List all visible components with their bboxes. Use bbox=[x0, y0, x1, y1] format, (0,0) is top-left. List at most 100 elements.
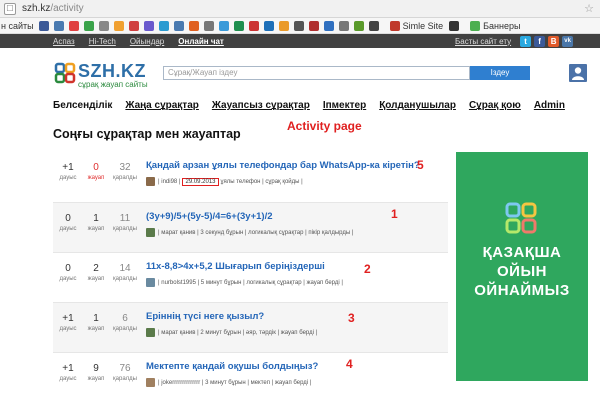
vote-count: 0 дауыс bbox=[59, 213, 77, 232]
question-title-link[interactable]: 11x-8,8>4x+5,2 Шығарып беріңіздерші bbox=[146, 261, 325, 272]
bookmark-favicon-icon[interactable] bbox=[68, 20, 79, 31]
bookmark-favicon-icon[interactable] bbox=[449, 20, 460, 31]
nav-tags[interactable]: Іпмектер bbox=[323, 100, 366, 111]
bookmark-favicon-icon[interactable] bbox=[248, 20, 259, 31]
bookmark-favicon-icon[interactable] bbox=[83, 20, 94, 31]
bookmark-favicon-icon[interactable] bbox=[233, 20, 244, 31]
view-count: 76 қаралды bbox=[113, 363, 137, 382]
answer-count: 0 жауап bbox=[87, 162, 105, 181]
puzzle-logo-icon bbox=[505, 202, 537, 234]
avatar[interactable] bbox=[146, 228, 155, 237]
bookmark-item[interactable]: н сайты bbox=[1, 21, 34, 31]
search-button[interactable]: Іздеу bbox=[470, 66, 530, 80]
annotation-number: 5 bbox=[417, 158, 424, 172]
bookmark-favicon-icon[interactable] bbox=[278, 20, 289, 31]
nav-activity[interactable]: Белсенділік bbox=[53, 100, 112, 111]
vote-count: +1 дауыс bbox=[59, 162, 77, 181]
user-menu-button[interactable] bbox=[569, 64, 587, 82]
logo-icon bbox=[54, 62, 76, 84]
logo-text: SZH.KZ bbox=[78, 61, 146, 81]
blog-icon[interactable]: B bbox=[548, 35, 560, 47]
view-count: 6 қаралды bbox=[113, 313, 137, 332]
vk-icon[interactable]: vk bbox=[562, 35, 574, 47]
annotation-number: 2 bbox=[364, 262, 371, 276]
game-ad-banner[interactable]: ҚАЗАҚША ОЙЫН ОЙНАЙМЫЗ bbox=[456, 152, 588, 381]
view-count: 32 қаралды bbox=[113, 162, 137, 181]
bookmark-favicon-icon[interactable] bbox=[113, 20, 124, 31]
bookmark-favicon-icon[interactable] bbox=[263, 20, 274, 31]
bookmark-favicon-icon[interactable] bbox=[53, 20, 64, 31]
top-links: Аспаз Hi-Tech Ойындар Онлайн чат bbox=[53, 34, 238, 48]
user-link[interactable]: indi98 bbox=[161, 179, 177, 185]
bookmark-favicon-icon[interactable] bbox=[353, 20, 364, 31]
question-list: +1 дауыс 0 жауап 32 қаралды Қандай арзан ұя… bbox=[53, 152, 448, 402]
bookmark-favicon-icon[interactable] bbox=[218, 20, 229, 31]
star-icon[interactable]: ☆ bbox=[584, 2, 594, 15]
question-title-link[interactable]: Қандай арзан ұялы телефондар бар WhatsAp… bbox=[146, 160, 420, 171]
social-links: Басты сайт ету t f B vk bbox=[455, 34, 574, 48]
main-nav: Белсенділік Жаңа сұрақтар Жауапсыз сұрақ… bbox=[53, 100, 578, 111]
question-title-link[interactable]: (3у+9)/5+(5у-5)/4=6+(3у+1)/2 bbox=[146, 211, 273, 222]
top-link-hitech[interactable]: Hi-Tech bbox=[89, 37, 116, 46]
question-title-link[interactable]: Еріннің түсі неге қызыл? bbox=[146, 311, 264, 322]
bookmark-favicon-icon[interactable] bbox=[338, 20, 349, 31]
question-meta: | nurbolst1995 | 5 минут бұрын | логикал… bbox=[146, 278, 343, 287]
bookmark-favicon-icon[interactable] bbox=[323, 20, 334, 31]
top-link-aspaz[interactable]: Аспаз bbox=[53, 37, 75, 46]
avatar[interactable] bbox=[146, 378, 155, 387]
facebook-favicon-icon[interactable] bbox=[38, 20, 49, 31]
vote-count: 0 дауыс bbox=[59, 263, 77, 282]
logo-tagline: сұрақ жауап сайты bbox=[78, 80, 148, 89]
vk-favicon-icon[interactable] bbox=[173, 20, 184, 31]
bookmarks-bar: н сайты Simle Site Баннеры bbox=[0, 18, 600, 34]
avatar[interactable] bbox=[146, 278, 155, 287]
bookmark-item[interactable]: Баннеры bbox=[465, 20, 520, 31]
page-title: Соңғы сұрақтар мен жауаптар bbox=[53, 127, 241, 141]
bookmark-favicon-icon[interactable] bbox=[158, 20, 169, 31]
annotation-number: 3 bbox=[348, 311, 355, 325]
user-icon bbox=[572, 67, 584, 80]
question-meta: | indi98 | 29.09.2013 ұялы телефон | сұр… bbox=[146, 177, 303, 186]
question-date: 29.09.2013 bbox=[182, 177, 219, 186]
annotation-label: Activity page bbox=[287, 119, 362, 133]
set-homepage-link[interactable]: Басты сайт ету bbox=[455, 37, 511, 46]
nav-ask-question[interactable]: Сұрақ қою bbox=[469, 100, 521, 111]
bookmark-favicon-icon[interactable] bbox=[98, 20, 109, 31]
bookmark-favicon-icon[interactable] bbox=[203, 20, 214, 31]
answer-count: 9 жауап bbox=[87, 363, 105, 382]
site-logo[interactable]: SZH.KZ сұрақ жауап сайты bbox=[54, 60, 148, 90]
bookmark-favicon-icon[interactable] bbox=[308, 20, 319, 31]
twitter-icon[interactable]: t bbox=[520, 35, 532, 47]
bookmark-favicon-icon[interactable] bbox=[293, 20, 304, 31]
page-icon: ☐ bbox=[4, 2, 16, 15]
avatar[interactable] bbox=[146, 328, 155, 337]
url-text[interactable]: szh.kz/activity bbox=[22, 3, 84, 14]
site-top-strip: Аспаз Hi-Tech Ойындар Онлайн чат Басты с… bbox=[0, 34, 600, 48]
top-link-chat[interactable]: Онлайн чат bbox=[178, 37, 224, 46]
site-favicon-icon bbox=[389, 20, 400, 31]
answer-count: 1 жауап bbox=[87, 313, 105, 332]
question-meta: | jokerrrrrrrrrrrrrr | 3 минут бұрын | м… bbox=[146, 378, 311, 387]
top-link-games[interactable]: Ойындар bbox=[130, 37, 164, 46]
nav-new-questions[interactable]: Жаңа сұрақтар bbox=[125, 100, 198, 111]
annotation-number: 1 bbox=[391, 207, 398, 221]
answer-count: 2 жауап bbox=[87, 263, 105, 282]
nav-unanswered[interactable]: Жауапсыз сұрақтар bbox=[212, 100, 310, 111]
facebook-icon[interactable]: f bbox=[534, 35, 546, 47]
avatar[interactable] bbox=[146, 177, 155, 186]
search-input[interactable]: Сұрақ/Жауап іздеу bbox=[163, 66, 470, 80]
answer-count: 1 жауап bbox=[87, 213, 105, 232]
question-title-link[interactable]: Мектепте қандай оқушы болдыңыз? bbox=[146, 361, 318, 372]
nav-admin[interactable]: Admin bbox=[534, 100, 565, 111]
bookmark-favicon-icon[interactable] bbox=[128, 20, 139, 31]
folder-icon bbox=[470, 20, 481, 31]
nav-users[interactable]: Қолданушылар bbox=[379, 100, 456, 111]
question-row: +1 дауыс 0 жауап 32 қаралды Қандай арзан ұя… bbox=[53, 152, 448, 202]
bookmark-favicon-icon[interactable] bbox=[368, 20, 379, 31]
bookmark-favicon-icon[interactable] bbox=[143, 20, 154, 31]
question-meta: | марат қанив | 3 секунд бұрын | логикал… bbox=[146, 228, 353, 237]
question-row: +1 дауыс 1 жауап 6 қаралды Еріннің түсі нег… bbox=[53, 302, 448, 352]
bookmark-favicon-icon[interactable] bbox=[188, 20, 199, 31]
bookmark-item[interactable]: Simle Site bbox=[385, 20, 443, 31]
browser-address-bar[interactable]: ☐ szh.kz/activity ☆ bbox=[0, 0, 600, 18]
